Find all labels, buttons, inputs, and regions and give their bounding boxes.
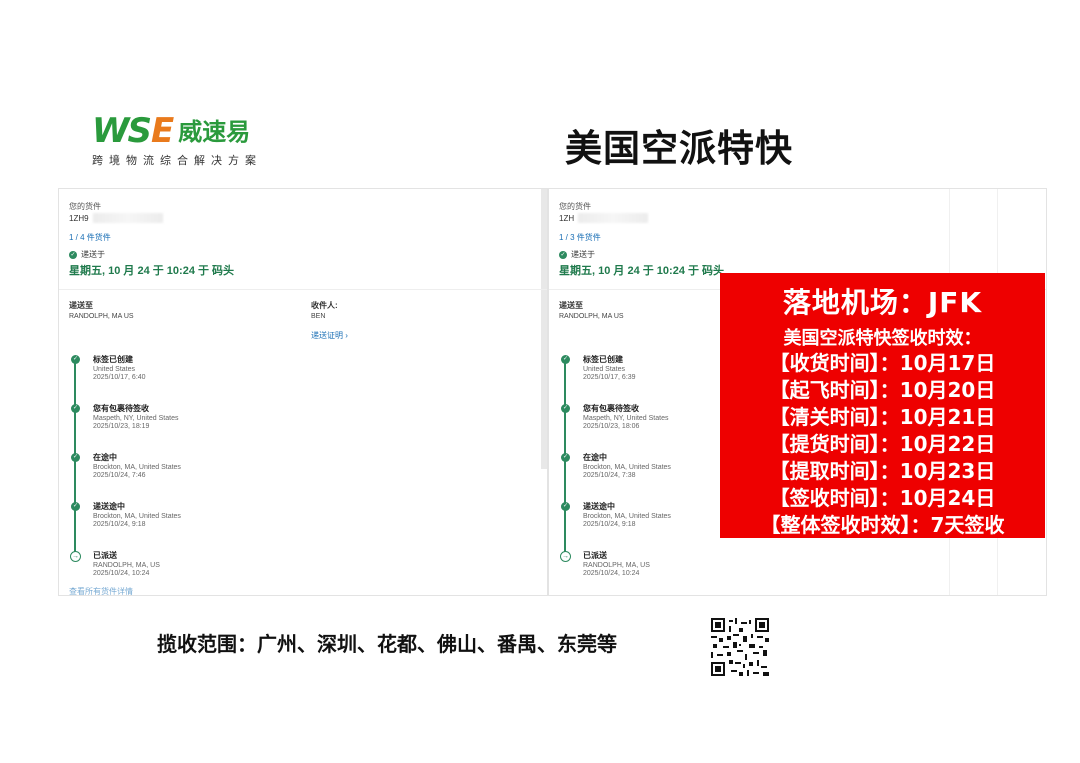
event-time: 2025/10/17, 6:40 (93, 374, 146, 381)
event-time: 2025/10/24, 10:24 (583, 570, 640, 577)
check-circle-icon: ✓ (71, 355, 80, 364)
arrow-right-circle-icon: → (560, 551, 571, 562)
arrow-right-circle-icon: → (70, 551, 81, 562)
landing-airport-title: 落地机场：JFK (782, 286, 983, 319)
tracking-number-text: 1ZH (559, 213, 575, 223)
your-shipment-label: 您的货件 (559, 202, 591, 211)
shipment-summary: 您的货件 1ZH9 1 / 4 件货件 ✓ 递送于 星期五, 10 月 24 于… (59, 189, 547, 290)
delivered-status: ✓ 递送于 (69, 249, 537, 260)
event-time: 2025/10/24, 9:18 (93, 521, 146, 528)
check-circle-icon: ✓ (71, 453, 80, 462)
event-location: Brockton, MA, United States (93, 513, 181, 520)
recipient-block: 收件人: BEN 递送证明 › (311, 300, 348, 341)
ship-to-label: 递送至 (69, 301, 93, 310)
check-circle-icon: ✓ (559, 250, 567, 259)
your-shipment-label: 您的货件 (69, 202, 101, 211)
proof-link-label: 递送证明 (311, 331, 343, 340)
delivered-status: ✓ 递送于 (559, 249, 1036, 260)
delivery-details: 递送至 RANDOLPH, MA US 收件人: BEN 递送证明 › (59, 290, 547, 354)
delivery-timeline-box: 落地机场：JFK 美国空派特快签收时效： 【收货时间】：10月17日 【起飞时间… (720, 273, 1045, 538)
timeline-line-item: 【整体签收时效】：7天签收 (760, 513, 1005, 537)
check-circle-icon: ✓ (71, 404, 80, 413)
proof-of-delivery-link[interactable]: 递送证明 › (311, 330, 348, 341)
check-circle-icon: ✓ (561, 404, 570, 413)
event-time: 2025/10/23, 18:19 (93, 423, 150, 430)
tracking-number: 1ZH (559, 213, 1036, 223)
event-location: RANDOLPH, MA, US (583, 562, 650, 569)
company-logo: WS E 威速易 跨境物流综合解决方案 (92, 112, 292, 168)
package-count-link[interactable]: 1 / 3 件货件 (559, 232, 1036, 243)
timeline-event: ✓ 在途中 Brockton, MA, United States 2025/1… (71, 452, 547, 501)
event-location: Brockton, MA, United States (93, 464, 181, 471)
timeline-event: ✓ 递送途中 Brockton, MA, United States 2025/… (71, 501, 547, 550)
event-title: 已派送 (93, 551, 117, 560)
event-time: 2025/10/24, 10:24 (93, 570, 150, 577)
check-circle-icon: ✓ (71, 502, 80, 511)
logo-latin-e: E (151, 111, 175, 151)
qr-code-icon (711, 618, 769, 676)
event-location: RANDOLPH, MA, US (93, 562, 160, 569)
redacted-block (92, 213, 163, 223)
logo-latin-w: WS (92, 111, 152, 151)
event-title: 标签已创建 (93, 355, 133, 364)
event-title: 已派送 (583, 551, 607, 560)
timeline-event: ✓ 您有包裹待签收 Maspeth, NY, United States 202… (71, 403, 547, 452)
check-circle-icon: ✓ (561, 502, 570, 511)
timeline-event-current: → 已派送 RANDOLPH, MA, US 2025/10/24, 10:24 (560, 550, 1046, 595)
tracking-panel-left: 您的货件 1ZH9 1 / 4 件货件 ✓ 递送于 星期五, 10 月 24 于… (58, 188, 548, 596)
timeline-line-item: 【清关时间】：10月21日 (769, 405, 996, 429)
timeline-line-item: 【起飞时间】：10月20日 (769, 378, 996, 402)
package-count-link[interactable]: 1 / 4 件货件 (69, 232, 537, 243)
check-circle-icon: ✓ (69, 250, 77, 259)
recipient-value: BEN (311, 313, 326, 320)
pickup-range-text: 揽收范围：广州、深圳、花都、佛山、番禺、东莞等 (157, 632, 617, 656)
ship-to-value: RANDOLPH, MA US (69, 313, 134, 320)
event-title: 递送途中 (93, 502, 125, 511)
delivered-label: 递送于 (81, 250, 105, 259)
event-title: 您有包裹待签收 (93, 404, 149, 413)
redacted-block (578, 213, 649, 223)
tracking-number-text: 1ZH9 (69, 213, 89, 223)
check-circle-icon: ✓ (561, 355, 570, 364)
event-time: 2025/10/24, 7:46 (93, 472, 146, 479)
timeline-line-item: 【收货时间】：10月17日 (769, 351, 996, 375)
delivered-label: 递送于 (571, 250, 595, 259)
check-circle-icon: ✓ (561, 453, 570, 462)
event-location: Maspeth, NY, United States (93, 415, 179, 422)
timeline-event-current: → 已派送 RANDOLPH, MA, US 2025/10/24, 10:24 (70, 550, 547, 595)
event-title: 在途中 (93, 453, 117, 462)
timeline-event: ✓ 标签已创建 United States 2025/10/17, 6:40 (71, 354, 547, 403)
timeline-line-item: 【签收时间】：10月24日 (769, 486, 996, 510)
timeline-line-item: 【提货时间】：10月22日 (769, 432, 996, 456)
logo-tagline: 跨境物流综合解决方案 (92, 155, 262, 167)
tracking-number: 1ZH9 (69, 213, 537, 223)
tracking-timeline: ✓ 标签已创建 United States 2025/10/17, 6:40 ✓… (59, 354, 547, 595)
delivered-date: 星期五, 10 月 24 于 10:24 于 码头 (69, 265, 235, 277)
timeline-subtitle: 美国空派特快签收时效： (783, 328, 982, 349)
chevron-right-icon: › (345, 331, 348, 340)
page-title: 美国空派特快 (565, 127, 793, 170)
event-location: United States (93, 366, 136, 373)
logo-chinese-name: 威速易 (178, 118, 251, 146)
timeline-line-item: 【提取时间】：10月23日 (769, 459, 996, 483)
recipient-label: 收件人: (311, 301, 338, 310)
more-details-link[interactable]: 查看所有货件详情 (69, 586, 133, 595)
